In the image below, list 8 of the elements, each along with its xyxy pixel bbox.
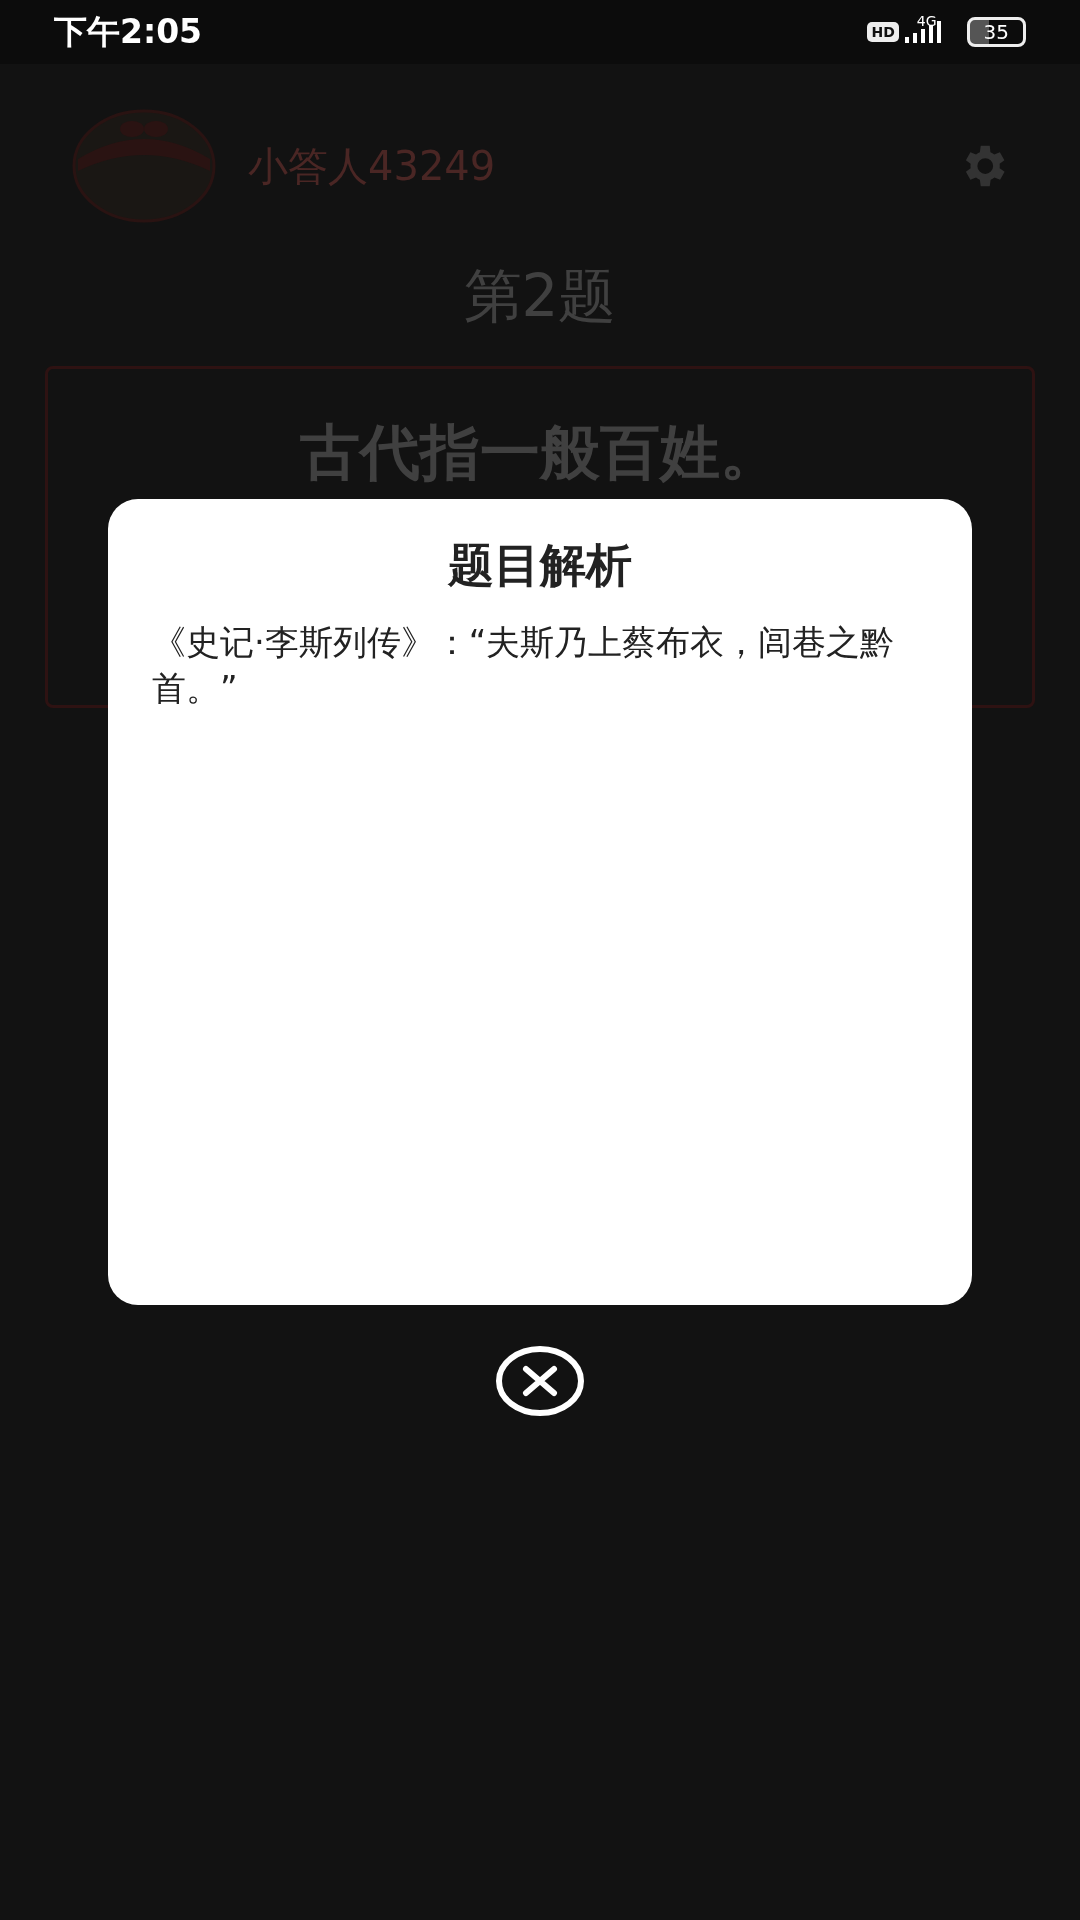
avatar-icon [72,109,216,223]
close-icon[interactable] [495,1345,585,1417]
hd-badge: HD [867,22,899,42]
explanation-text: 《史记·李斯列传》：“夫斯乃上蔡布衣，闾巷之黔首。” [152,621,896,710]
dialog-title: 题目解析 [447,537,633,594]
clock: 下午2:05 [54,10,203,53]
username: 小答人43249 [248,141,497,191]
battery-level: 35 [966,17,1026,47]
